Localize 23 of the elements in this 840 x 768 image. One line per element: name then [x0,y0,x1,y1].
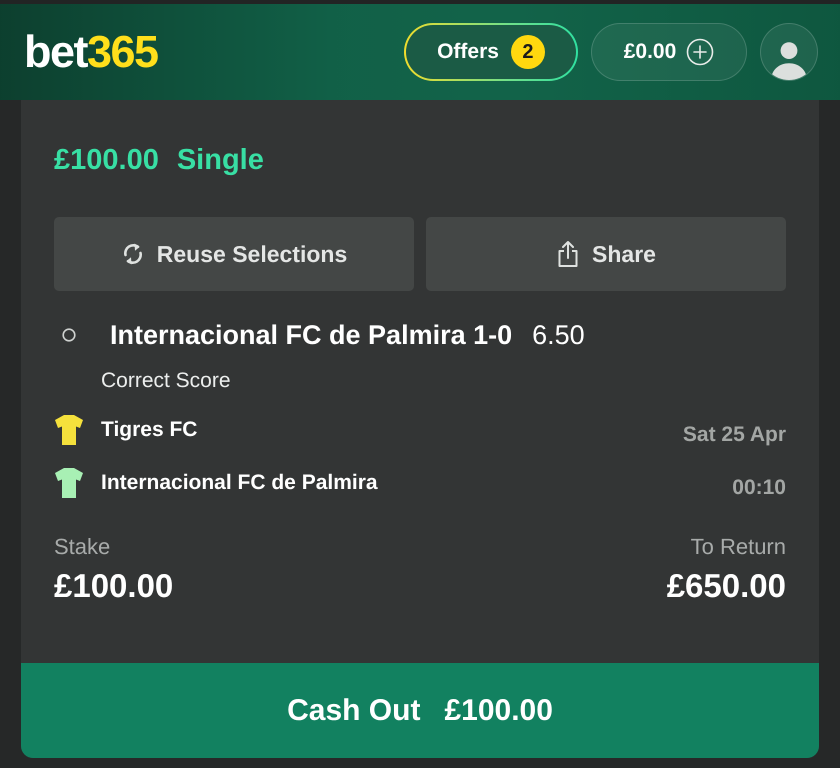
stake-label: Stake [54,533,112,561]
offers-count-badge: 2 [510,35,545,69]
cash-out-button[interactable]: Cash Out £100.00 [21,663,819,758]
team-name: Tigres FC [101,418,198,442]
selection-name: Internacional FC de Palmira 1-0 [110,320,512,350]
balance-button[interactable]: £0.00 [591,23,747,81]
match-time: 00:10 [732,475,786,500]
market-name: Correct Score [101,368,232,394]
selection-status-icon [62,328,76,342]
share-icon [556,240,580,268]
stake-amount: £100.00 [54,566,174,606]
bet-type: Single [176,144,264,176]
share-button[interactable]: Share [426,217,786,291]
selection-odds: 6.50 [532,320,585,350]
to-return-label: To Return [690,533,786,561]
add-funds-icon [686,38,714,66]
match-date: Sat 25 Apr [682,422,786,447]
bet-stake-title: £100.00 [54,144,159,176]
offers-button[interactable]: Offers 2 [404,23,578,81]
team-name: Internacional FC de Palmira [101,471,378,495]
reuse-selections-button[interactable]: Reuse Selections [54,217,414,291]
brand-logo[interactable]: bet365 [24,28,158,74]
to-return-amount: £650.00 [666,566,786,606]
